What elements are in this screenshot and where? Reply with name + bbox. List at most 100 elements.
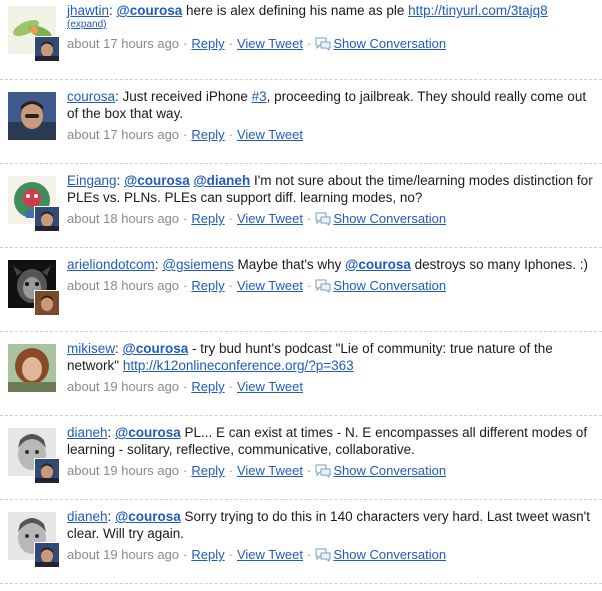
tweet-text-segment: : Just received iPhone [115, 89, 252, 104]
timestamp: about 18 hours ago [67, 211, 180, 226]
expand-link[interactable]: (expand) [67, 19, 596, 31]
conversation-icon[interactable] [315, 278, 333, 293]
tweet-meta: about 18 hours ago · Reply · View Tweet · Show… [67, 210, 596, 227]
view-tweet-link[interactable]: View Tweet [237, 379, 303, 394]
tweet-content: Eingang: @courosa @dianeh I'm not sure a… [67, 172, 596, 227]
tweet-text: dianeh: @courosa Sorry trying to do this… [67, 508, 596, 542]
separator-dot: · [307, 36, 312, 51]
tweet-content: dianeh: @courosa Sorry trying to do this… [67, 508, 596, 563]
tweet-meta: about 17 hours ago · Reply · View Tweet · Show… [67, 35, 596, 52]
conversation-icon[interactable] [315, 211, 333, 226]
conversation-icon[interactable] [315, 463, 333, 478]
tweet-content: courosa: Just received iPhone #3, procee… [67, 88, 596, 143]
separator-dot: · [228, 463, 233, 478]
separator-dot: · [228, 127, 233, 142]
mention-link[interactable]: @courosa [345, 257, 411, 272]
url-link[interactable]: #3 [252, 89, 267, 104]
tweet-text: arieliondotcom: @gsiemens Maybe that's w… [67, 256, 596, 273]
separator-dot: · [228, 36, 233, 51]
separator-dot: · [228, 547, 233, 562]
separator-dot: · [183, 211, 188, 226]
tweet-username-link[interactable]: mikisew [67, 341, 115, 356]
separator-dot: · [307, 278, 312, 293]
timestamp: about 19 hours ago [67, 547, 180, 562]
timestamp: about 19 hours ago [67, 463, 180, 478]
reply-link[interactable]: Reply [191, 278, 224, 293]
reply-link[interactable]: Reply [191, 36, 224, 51]
mention-link[interactable]: @dianeh [194, 173, 251, 188]
url-link[interactable]: http://tinyurl.com/3tajq8 [408, 3, 548, 18]
reply-link[interactable]: Reply [191, 127, 224, 142]
separator-dot: · [183, 278, 188, 293]
tweet-text-segment: : [107, 425, 116, 440]
tweet-row: courosa: Just received iPhone #3, procee… [0, 80, 602, 164]
tweet-username-link[interactable]: Eingang [67, 173, 117, 188]
view-tweet-link[interactable]: View Tweet [237, 278, 303, 293]
timestamp: about 18 hours ago [67, 278, 180, 293]
separator-dot: · [307, 211, 312, 226]
mention-link[interactable]: @courosa [115, 509, 181, 524]
tweet-username-link[interactable]: dianeh [67, 425, 108, 440]
tweet-text: Eingang: @courosa @dianeh I'm not sure a… [67, 172, 596, 206]
tweet-text-segment: : [107, 509, 116, 524]
view-tweet-link[interactable]: View Tweet [237, 211, 303, 226]
tweet-row: dianeh: @courosa PL... E can exist at ti… [0, 416, 602, 500]
show-conversation-link[interactable]: Show Conversation [333, 547, 446, 562]
reply-link[interactable]: Reply [191, 463, 224, 478]
tweet-meta: about 17 hours ago · Reply · View Tweet [67, 126, 596, 143]
mention-link[interactable]: @courosa [117, 3, 183, 18]
show-conversation-link[interactable]: Show Conversation [333, 211, 446, 226]
tweet-meta: about 19 hours ago · Reply · View Tweet · Show… [67, 546, 596, 563]
mention-link[interactable]: @gsiemens [162, 257, 233, 272]
mention-link[interactable]: @courosa [115, 425, 181, 440]
tweet-feed: jhawtin: @courosa here is alex defining … [0, 0, 602, 584]
conversation-icon[interactable] [315, 547, 333, 562]
view-tweet-link[interactable]: View Tweet [237, 547, 303, 562]
reply-link[interactable]: Reply [191, 379, 224, 394]
tweet-meta: about 18 hours ago · Reply · View Tweet · Show… [67, 277, 596, 294]
separator-dot: · [307, 463, 312, 478]
show-conversation-link[interactable]: Show Conversation [333, 278, 446, 293]
tweet-text: dianeh: @courosa PL... E can exist at ti… [67, 424, 596, 458]
mention-link[interactable]: @courosa [123, 341, 189, 356]
view-tweet-link[interactable]: View Tweet [237, 127, 303, 142]
reply-to-avatar[interactable] [34, 458, 60, 484]
reply-to-avatar[interactable] [34, 36, 60, 62]
tweet-row: Eingang: @courosa @dianeh I'm not sure a… [0, 164, 602, 248]
separator-dot: · [228, 379, 233, 394]
separator-dot: · [307, 547, 312, 562]
tweet-text-segment: here is alex defining his name as ple [182, 3, 409, 18]
conversation-icon[interactable] [315, 36, 333, 51]
reply-to-avatar[interactable] [34, 206, 60, 232]
separator-dot: · [228, 278, 233, 293]
tweet-row: mikisew: @courosa - try bud hunt's podca… [0, 332, 602, 416]
tweet-text-segment: : [109, 3, 117, 18]
separator-dot: · [183, 127, 188, 142]
tweet-username-link[interactable]: jhawtin [67, 3, 109, 18]
reply-to-avatar[interactable] [34, 290, 60, 316]
tweet-content: jhawtin: @courosa here is alex defining … [67, 2, 596, 52]
mention-link[interactable]: @courosa [124, 173, 190, 188]
separator-dot: · [183, 547, 188, 562]
separator-dot: · [183, 463, 188, 478]
show-conversation-link[interactable]: Show Conversation [333, 36, 446, 51]
reply-link[interactable]: Reply [191, 211, 224, 226]
avatar[interactable] [8, 92, 56, 140]
view-tweet-link[interactable]: View Tweet [237, 463, 303, 478]
tweet-text-segment: destroys so many Iphones. :) [410, 257, 588, 272]
tweet-text: courosa: Just received iPhone #3, procee… [67, 88, 596, 122]
view-tweet-link[interactable]: View Tweet [237, 36, 303, 51]
tweet-username-link[interactable]: arieliondotcom [67, 257, 155, 272]
tweet-meta: about 19 hours ago · Reply · View Tweet · Show… [67, 462, 596, 479]
tweet-username-link[interactable]: courosa [67, 89, 115, 104]
tweet-text-segment: : [116, 173, 125, 188]
tweet-username-link[interactable]: dianeh [67, 509, 108, 524]
avatar[interactable] [8, 344, 56, 392]
reply-to-avatar[interactable] [34, 542, 60, 568]
reply-link[interactable]: Reply [191, 547, 224, 562]
show-conversation-link[interactable]: Show Conversation [333, 463, 446, 478]
tweet-content: dianeh: @courosa PL... E can exist at ti… [67, 424, 596, 479]
url-link[interactable]: http://k12onlineconference.org/?p=363 [123, 358, 354, 373]
separator-dot: · [183, 36, 188, 51]
tweet-meta: about 19 hours ago · Reply · View Tweet [67, 378, 596, 395]
